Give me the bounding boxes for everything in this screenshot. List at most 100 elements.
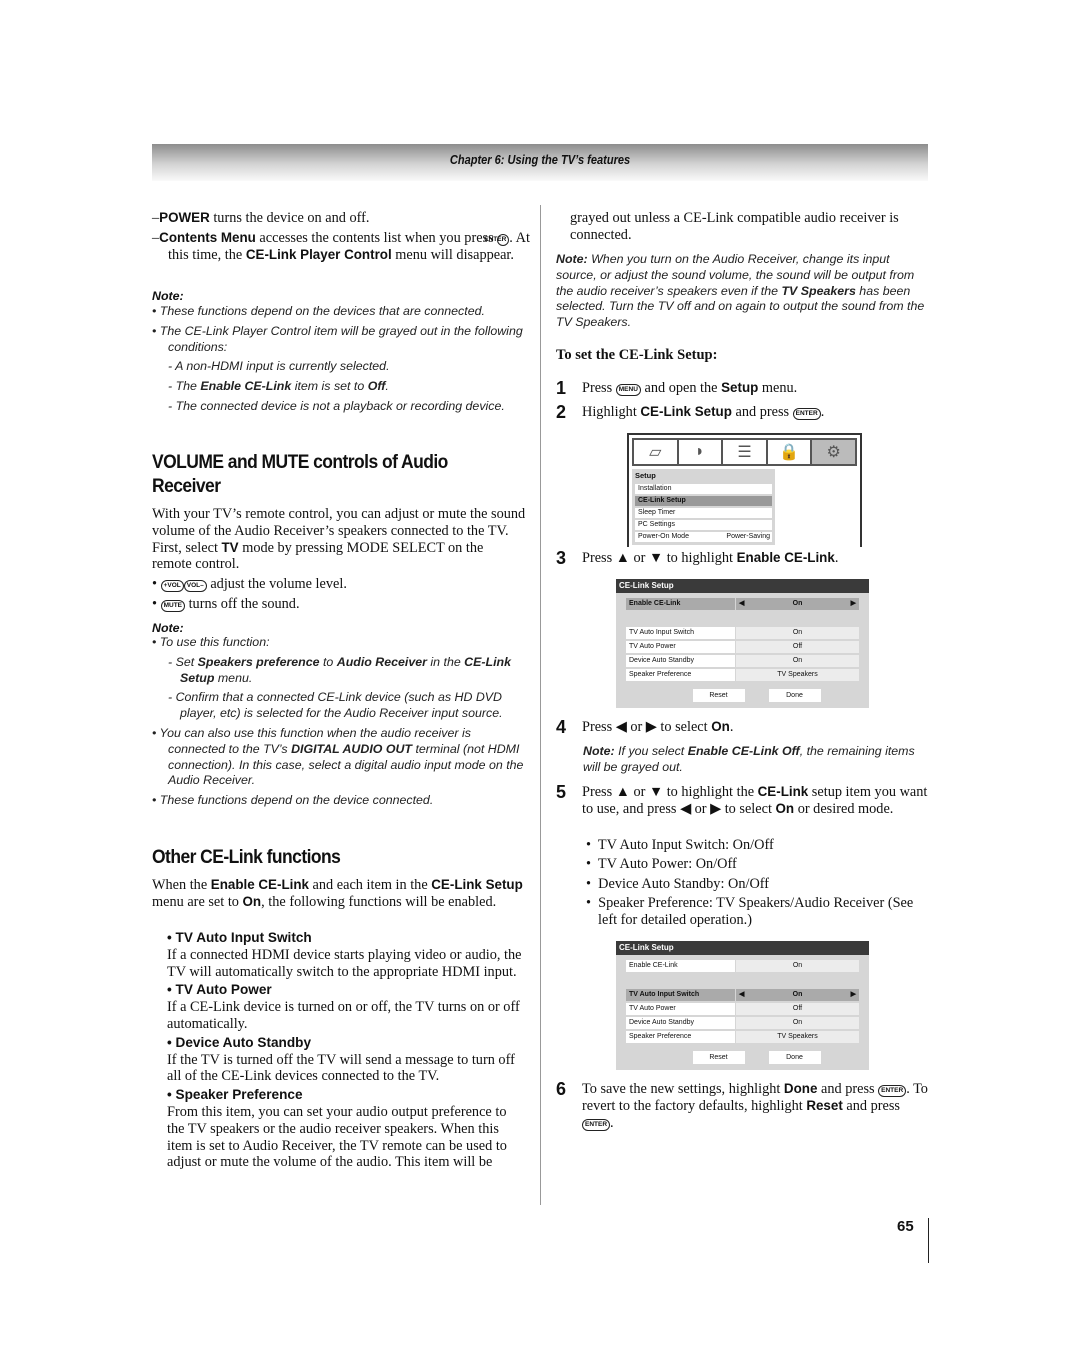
- text-run: menu are set to: [152, 893, 243, 910]
- text-run: - The: [168, 379, 201, 394]
- function-item: • TV Auto Power If a CE-Link device is tu…: [152, 982, 526, 1032]
- text-run: item is set to: [291, 379, 368, 394]
- functions-intro: When the Enable CE-Link and each item in…: [152, 877, 526, 911]
- menu-title: Setup: [635, 471, 656, 480]
- remote-button-icon: ENTER: [484, 234, 510, 246]
- remote-button-icon: ENTER: [792, 408, 821, 420]
- function-list: • TV Auto Input Switch If a connected HDM…: [152, 930, 526, 1171]
- page-number: 65: [897, 1218, 914, 1235]
- text-run: Highlight: [582, 404, 641, 420]
- step-1: 1 Press MENU and open the Setup menu.: [556, 378, 928, 398]
- text-run: menu.: [214, 670, 253, 685]
- step-text: Press ▲ or ▼ to highlight Enable CE-Link…: [582, 550, 928, 567]
- text-run: or desired mode.: [794, 800, 894, 817]
- menu-item-label: Installation: [638, 485, 672, 492]
- text-run: • These functions depend on the device c…: [152, 793, 434, 808]
- text-run: TV Speakers: [781, 283, 856, 298]
- manual-page: Chapter 6: Using the TV’s features –POWE…: [0, 0, 1080, 1349]
- step-text: Highlight CE-Link Setup and press ENTER.: [582, 404, 928, 421]
- text-run: and press: [731, 404, 793, 420]
- chapter-header: Chapter 6: Using the TV’s features: [152, 144, 928, 181]
- text-run: On: [711, 719, 730, 734]
- setting-value: On: [736, 627, 859, 639]
- text-run: Setup: [721, 380, 759, 395]
- step-text: To save the new settings, highlight Done…: [582, 1081, 928, 1131]
- function-title-text: TV Auto Power: [175, 982, 272, 998]
- text-run: Reset: [806, 1097, 843, 1113]
- setting-name: Speaker Preference: [626, 1031, 735, 1043]
- text-run: CE-Link Player Control: [245, 246, 392, 262]
- remote-button-icon: VOL–: [183, 580, 207, 592]
- arrow-right-icon: ▶: [850, 600, 856, 607]
- text-run: - Confirm that a connected CE-Link devic…: [168, 690, 503, 721]
- text-run: .: [820, 404, 825, 420]
- section-heading-volume-mute: VOLUME and MUTE controls of Audio Receiv…: [152, 452, 448, 497]
- remote-button-icon: MENU: [615, 384, 641, 396]
- note-label: Note:: [152, 621, 184, 635]
- celink-setup-table-2: CE-Link Setup Enable CE-Link On TV Auto Inp…: [616, 941, 869, 1070]
- text-run: Press ▲ or ▼ to highlight the: [582, 784, 758, 800]
- done-button: Done: [768, 689, 821, 702]
- step-5: 5 Press ▲ or ▼ to highlight the CE-Link s…: [556, 783, 928, 818]
- note-subitem: - A non-HDMI input is currently selected…: [152, 359, 526, 375]
- text-run: .: [729, 719, 734, 735]
- function-desc: From this item, you can set your audio o…: [167, 1103, 507, 1171]
- table-title: CE-Link Setup: [616, 941, 869, 955]
- note-subitem: - Set Speakers preference to Audio Recei…: [152, 655, 526, 687]
- note-item: • You can also use this function when th…: [152, 726, 526, 789]
- arrow-left-icon: ◀: [739, 991, 745, 998]
- step-4: 4 Press ◀ or ▶ to select On.: [556, 718, 928, 736]
- text-run: .: [610, 1114, 614, 1131]
- done-button: Done: [768, 1051, 821, 1064]
- setting-row: TV Auto Power Off: [626, 1003, 859, 1015]
- setting-row: TV Auto Power Off: [626, 641, 859, 653]
- text-run: CE-Link: [757, 784, 809, 799]
- text-run: TV: [221, 539, 239, 555]
- menu-item: Installation: [635, 484, 772, 494]
- celink-setup-table-1: CE-Link Setup Enable CE-Link ◀ On ▶ TV Auto I…: [616, 579, 869, 708]
- text-run: Speakers preference: [197, 654, 320, 669]
- note-label: Note:: [152, 289, 184, 303]
- step-3: 3 Press ▲ or ▼ to highlight Enable CE-Lin…: [556, 549, 928, 567]
- function-title-text: TV Auto Input Switch: [175, 930, 312, 945]
- text-run: , the following functions will be enable…: [261, 893, 497, 910]
- setting-name: TV Auto Power: [626, 641, 735, 653]
- text-run: • These functions depend on the devices …: [152, 304, 485, 318]
- setting-row: TV Auto Input Switch ◀ On ▶: [626, 989, 859, 1001]
- text-run: When the: [152, 877, 211, 893]
- setting-row: Device Auto Standby On: [626, 1017, 859, 1029]
- setting-name: Enable CE-Link: [626, 598, 735, 610]
- contents-menu-item: –Contents Menu accesses the contents lis…: [152, 230, 542, 264]
- setting-value-text: TV Speakers: [777, 1033, 818, 1040]
- receiver-note: Note: When you turn on the Audio Receive…: [556, 252, 928, 331]
- text-run: menu will disappear.: [391, 246, 514, 263]
- list-item: • Speaker Preference: TV Speakers/Audio …: [586, 894, 914, 928]
- text-run: CE-Link Setup: [431, 877, 523, 892]
- note-item: • The CE-Link Player Control item will b…: [152, 324, 526, 356]
- note-block-1: Note: • These functions depend on the de…: [152, 289, 526, 415]
- text-run: .: [385, 379, 389, 394]
- text-run: On: [775, 800, 795, 816]
- list-item: • Device Auto Standby: On/Off: [586, 875, 770, 892]
- sound-icon: ◗: [678, 440, 722, 464]
- setup-heading: To set the CE-Link Setup:: [556, 347, 718, 363]
- picture-icon: ▱: [634, 440, 677, 464]
- note-item: • These functions depend on the device c…: [152, 793, 526, 809]
- volume-paragraph: With your TV’s remote control, you can a…: [152, 506, 526, 573]
- arrow-right-icon: ▶: [850, 991, 856, 998]
- setting-value-text: On: [792, 657, 803, 664]
- text-run: Note:: [583, 744, 615, 758]
- step-2: 2 Highlight CE-Link Setup and press ENTER…: [556, 403, 928, 421]
- setting-name: Device Auto Standby: [626, 1017, 735, 1029]
- setting-name: Enable CE-Link: [626, 960, 735, 972]
- setting-value: ◀ On ▶: [736, 989, 859, 1001]
- table-title: CE-Link Setup: [616, 579, 869, 593]
- step-number: 1: [556, 378, 567, 398]
- menu-item: CE-Link Setup: [635, 496, 772, 506]
- step-6: 6 To save the new settings, highlight Don…: [556, 1080, 928, 1131]
- reset-button: Reset: [692, 1051, 745, 1064]
- text-run: - Set: [168, 654, 198, 669]
- function-desc: If a connected HDMI device starts playin…: [167, 946, 522, 980]
- function-item: • Device Auto Standby If the TV is turned…: [152, 1035, 526, 1085]
- function-desc: If a CE-Link device is turned on or off,…: [167, 999, 520, 1032]
